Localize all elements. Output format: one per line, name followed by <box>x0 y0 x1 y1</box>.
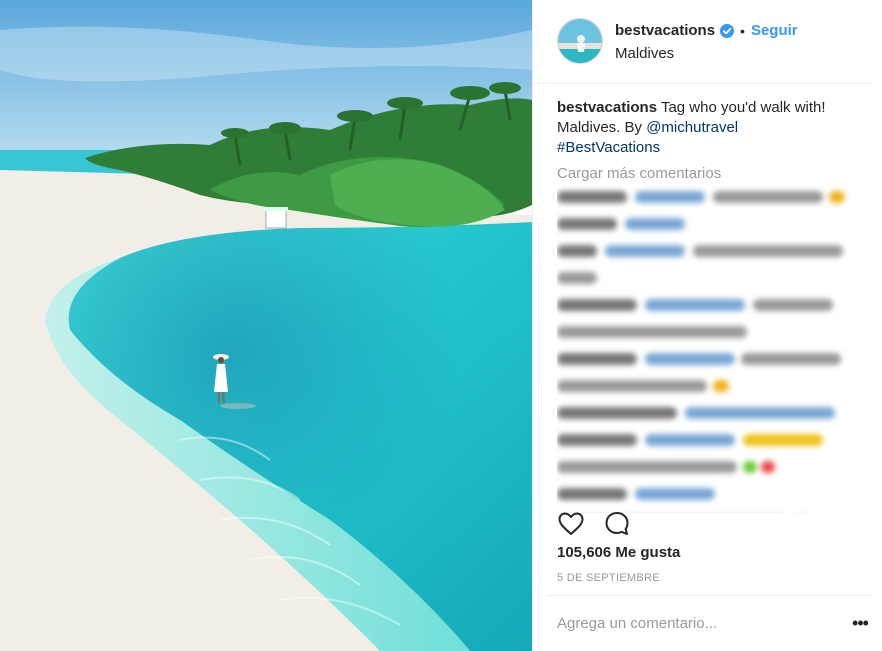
avatar[interactable] <box>557 18 603 64</box>
list-item <box>557 482 853 506</box>
instagram-post: bestvacations • Seguir Maldives bestvaca… <box>0 0 882 651</box>
list-item <box>557 401 853 425</box>
location-link[interactable]: Maldives <box>615 45 798 62</box>
list-item <box>557 347 853 371</box>
caption-mention[interactable]: @michutravel <box>646 119 738 136</box>
more-options-icon[interactable]: ••• <box>848 613 872 634</box>
post-actions <box>557 510 631 538</box>
post-caption: bestvacations Tag who you'd walk with! M… <box>533 84 882 158</box>
list-item <box>557 266 853 290</box>
list-item <box>557 239 853 263</box>
comments-list-blurred <box>557 185 853 513</box>
caption-username[interactable]: bestvacations <box>557 99 657 116</box>
comment-bubble-icon <box>605 512 629 535</box>
list-item <box>557 212 853 236</box>
post-details-panel: bestvacations • Seguir Maldives bestvaca… <box>532 0 882 651</box>
list-item <box>557 455 853 479</box>
verified-badge-icon <box>720 23 735 38</box>
list-item <box>557 428 853 452</box>
post-header: bestvacations • Seguir Maldives <box>533 0 872 84</box>
like-button[interactable] <box>557 510 585 538</box>
comment-button[interactable] <box>603 510 631 538</box>
list-item <box>557 374 853 398</box>
load-more-comments[interactable]: Cargar más comentarios <box>533 158 882 184</box>
likes-count[interactable]: 105,606 Me gusta <box>557 544 680 561</box>
post-date[interactable]: 5 DE SEPTIEMBRE <box>557 572 660 584</box>
separator-dot: • <box>740 22 745 39</box>
post-photo[interactable] <box>0 0 532 651</box>
caption-hashtag[interactable]: #BestVacations <box>557 139 660 156</box>
list-item <box>557 293 853 317</box>
list-item <box>557 320 853 344</box>
beach-photo <box>0 0 532 651</box>
add-comment-row: ••• <box>547 595 872 651</box>
comment-input[interactable] <box>557 615 848 632</box>
username[interactable]: bestvacations <box>615 22 715 39</box>
list-item <box>557 185 853 209</box>
avatar-image <box>558 19 602 63</box>
follow-button[interactable]: Seguir <box>751 22 798 39</box>
heart-icon <box>558 512 584 535</box>
